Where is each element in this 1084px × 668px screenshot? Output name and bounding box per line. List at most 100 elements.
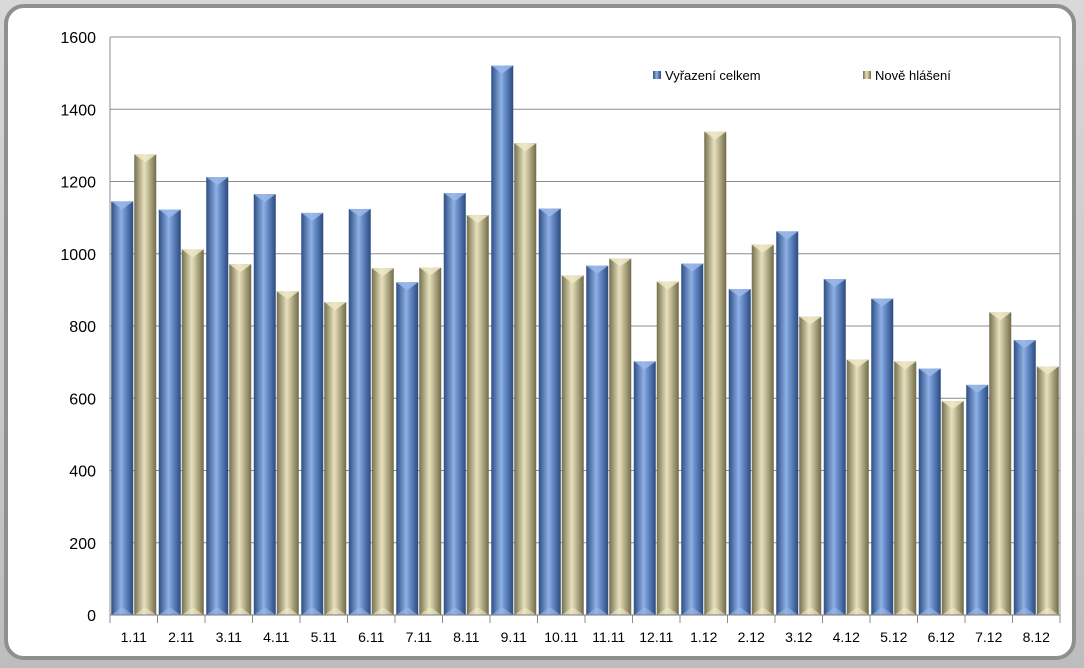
legend-label-series-2: Nově hlášení xyxy=(875,68,951,83)
bar-series-2 xyxy=(609,258,632,615)
bar-body xyxy=(656,281,679,615)
bar-body xyxy=(466,215,489,615)
bar-series-2 xyxy=(894,361,917,615)
bar-series-2 xyxy=(324,302,347,615)
legend-label-series-1: Vyřazení celkem xyxy=(665,68,761,83)
bar-series-1 xyxy=(301,212,324,615)
bar-series-1 xyxy=(396,282,419,615)
x-tick-label: 8.11 xyxy=(453,629,479,645)
bar-body xyxy=(514,143,537,615)
bar-body xyxy=(894,361,917,615)
bar-body xyxy=(348,208,371,615)
x-tick-label: 2.12 xyxy=(738,629,765,645)
x-tick-label: 3.11 xyxy=(216,629,242,645)
x-tick-label: 8.12 xyxy=(1023,629,1050,645)
bar-body xyxy=(704,131,727,615)
bar-series-1 xyxy=(443,193,466,615)
bar-series-1 xyxy=(206,177,229,616)
gridlines xyxy=(110,36,1060,616)
x-tick-label: 1.11 xyxy=(121,629,147,645)
bar-body xyxy=(181,249,204,616)
x-tick-label: 10.11 xyxy=(544,629,578,645)
bar-series-2 xyxy=(419,267,442,615)
bar-series-2 xyxy=(229,264,252,615)
legend: Vyřazení celkem Nově hlášení xyxy=(653,68,951,83)
bar-body xyxy=(301,212,324,615)
x-tick-label: 4.11 xyxy=(263,629,289,645)
bar-series-2 xyxy=(799,316,822,615)
bar-body xyxy=(1013,340,1036,615)
bar-body xyxy=(419,267,442,615)
bar-body xyxy=(609,258,632,615)
y-tick-label: 1400 xyxy=(60,102,96,119)
bar-series-2 xyxy=(656,281,679,615)
bar-series-2 xyxy=(1036,366,1059,615)
bar-series-1 xyxy=(491,65,514,615)
y-tick-label: 400 xyxy=(69,464,96,481)
bar-body xyxy=(846,359,869,615)
bar-series-2 xyxy=(751,244,774,615)
y-tick-label: 800 xyxy=(69,319,96,336)
bar-series-1 xyxy=(823,279,846,615)
bar-series-1 xyxy=(538,208,561,615)
bar-series-1 xyxy=(633,361,656,615)
x-tick-label: 5.11 xyxy=(311,629,337,645)
bar-body xyxy=(443,193,466,615)
bar-series-1 xyxy=(348,208,371,615)
bar-series-2 xyxy=(704,131,727,615)
x-tick-label: 11.11 xyxy=(592,629,625,645)
x-tick-label: 1.12 xyxy=(690,629,717,645)
bar-series-1 xyxy=(776,231,799,616)
x-tick-label: 2.11 xyxy=(168,629,194,645)
bar-series-1 xyxy=(966,384,989,615)
bar-body xyxy=(276,291,299,615)
bar-body xyxy=(229,264,252,615)
bar-body xyxy=(586,265,609,615)
bar-body xyxy=(253,194,276,616)
bar-body xyxy=(989,312,1012,615)
bar-series-2 xyxy=(846,359,869,615)
bar-series-2 xyxy=(371,268,394,615)
y-tick-label: 1200 xyxy=(60,175,96,192)
bar-body xyxy=(823,279,846,615)
bar-series-2 xyxy=(134,154,157,615)
bars xyxy=(111,65,1059,616)
bar-chart: 0 200 400 600 800 1000 1200 1400 1600 1.11 2.11 3.1… xyxy=(60,30,1061,645)
bar-body xyxy=(966,384,989,615)
bar-body xyxy=(491,65,514,615)
y-tick-label: 0 xyxy=(87,608,96,625)
bar-series-1 xyxy=(918,368,941,615)
x-tick-label: 9.11 xyxy=(501,629,527,645)
bar-body xyxy=(158,209,181,616)
x-tick-label: 3.12 xyxy=(785,629,812,645)
bar-series-1 xyxy=(728,289,751,615)
bar-body xyxy=(918,368,941,615)
legend-swatch-series-2 xyxy=(863,71,871,79)
x-tick-label: 4.12 xyxy=(833,629,860,645)
bar-series-1 xyxy=(111,201,134,615)
x-tick-label: 7.12 xyxy=(975,629,1002,645)
bar-series-1 xyxy=(158,209,181,616)
bar-series-1 xyxy=(681,263,704,615)
y-tick-label: 1600 xyxy=(60,30,96,47)
bar-body xyxy=(1036,366,1059,615)
bar-body xyxy=(396,282,419,615)
bar-body xyxy=(111,201,134,615)
bar-body xyxy=(633,361,656,615)
bar-body xyxy=(538,208,561,615)
bar-body xyxy=(728,289,751,615)
bar-series-1 xyxy=(586,265,609,615)
bar-series-1 xyxy=(253,194,276,616)
y-tick-label: 1000 xyxy=(60,247,96,264)
bar-body xyxy=(561,275,584,615)
y-tick-label: 600 xyxy=(69,391,96,408)
x-tick-label: 7.11 xyxy=(406,629,432,645)
x-tick-label: 6.11 xyxy=(358,629,384,645)
bar-series-2 xyxy=(514,143,537,615)
x-tick-label: 5.12 xyxy=(880,629,907,645)
bar-body xyxy=(206,177,229,616)
bar-series-2 xyxy=(466,215,489,615)
x-tick-label: 12.11 xyxy=(639,629,673,645)
bar-series-2 xyxy=(276,291,299,615)
bar-body xyxy=(371,268,394,615)
